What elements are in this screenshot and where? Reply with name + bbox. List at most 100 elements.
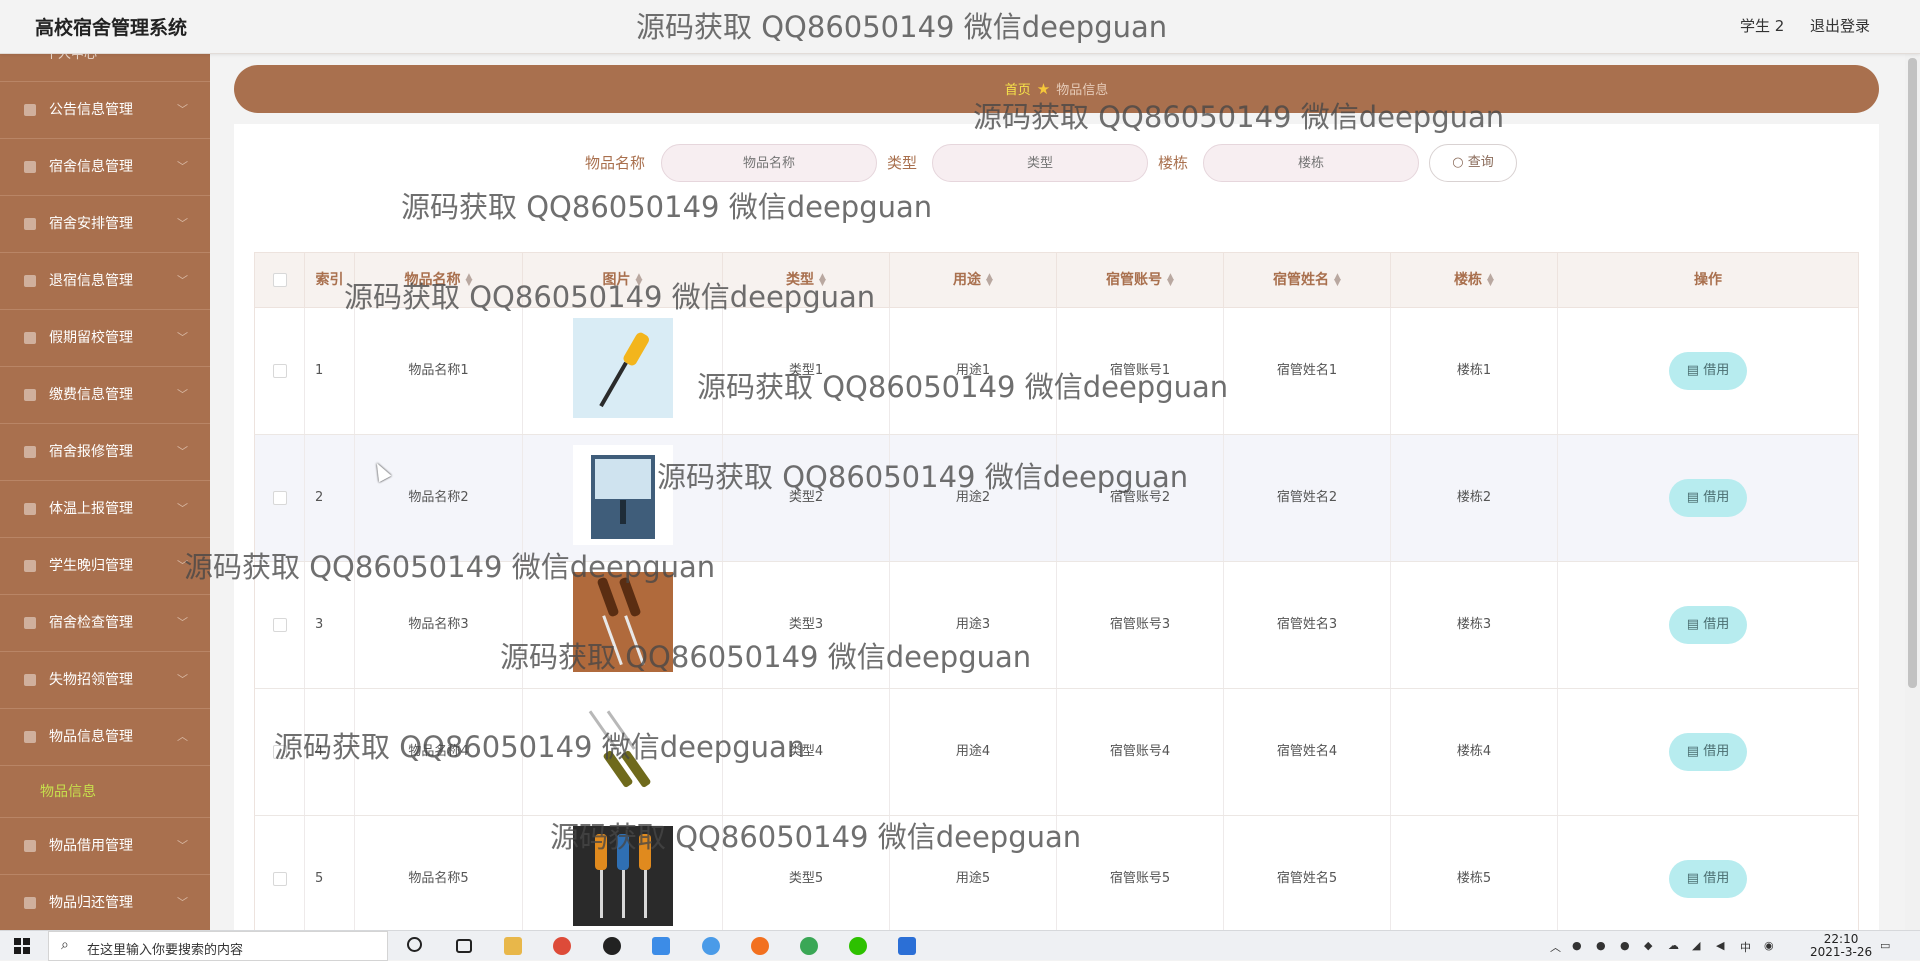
type-cell: 类型5 <box>723 816 890 930</box>
current-user[interactable]: 学生 2 <box>1740 15 1784 36</box>
task-view-icon[interactable] <box>456 939 472 953</box>
tray-cloud-icon[interactable]: ☁ <box>1668 939 1679 952</box>
sidebar-item-goods[interactable]: 物品信息管理 ︿ <box>0 709 210 766</box>
breadcrumb-home[interactable]: 首页 <box>1005 83 1031 98</box>
row-checkbox[interactable] <box>272 871 287 886</box>
system-clock[interactable]: 22:10 2021-3-26 <box>1810 933 1872 959</box>
taskbar-search-box[interactable]: ⌕ 在这里输入你要搜索的内容 <box>48 931 388 961</box>
tray-qq-icon[interactable]: ● <box>1572 939 1582 952</box>
sidebar-item-checkout[interactable]: 退宿信息管理 ﹀ <box>0 253 210 310</box>
borrow-button[interactable]: ▤ 借用 <box>1669 478 1747 517</box>
borrow-button[interactable]: ▤ 借用 <box>1669 859 1747 898</box>
search-icon: ○ <box>1452 155 1464 170</box>
volume-icon[interactable]: ◀ <box>1716 939 1724 952</box>
building-label: 楼栋 <box>1158 154 1189 172</box>
goods-image[interactable] <box>573 826 673 926</box>
wps-icon[interactable] <box>898 937 916 955</box>
cloud-app-icon[interactable] <box>652 937 670 955</box>
sort-icon[interactable]: ▲ ▼ <box>1487 273 1494 288</box>
header-account[interactable]: 宿管账号 ▲ ▼ <box>1057 253 1224 307</box>
page-scrollbar[interactable] <box>1905 54 1920 930</box>
notification-icon[interactable]: ▭ <box>1880 939 1890 952</box>
tray-qq-icon[interactable]: ● <box>1620 939 1630 952</box>
late-return-icon <box>24 560 36 572</box>
scrollbar-thumb[interactable] <box>1908 58 1917 688</box>
goods-name-input[interactable] <box>661 144 877 182</box>
goods-table: 索引 物品名称 ▲ ▼ 图片 ▲ ▼ 类型 ▲ ▼ 用途 ▲ ▼ 宿管账号 ▲ ▼ 宿管姓名 ▲ ▼ 楼… <box>254 252 1859 930</box>
tray-app-icon[interactable]: ◉ <box>1764 939 1774 952</box>
sort-icon[interactable]: ▲ ▼ <box>986 273 993 288</box>
sidebar-item-payment[interactable]: 缴费信息管理 ﹀ <box>0 367 210 424</box>
borrow-button[interactable]: ▤ 借用 <box>1669 605 1747 644</box>
image-cell <box>523 435 723 561</box>
sidebar-item-borrow[interactable]: 物品借用管理 ﹀ <box>0 818 210 875</box>
sidebar-item-late-return[interactable]: 学生晚归管理 ﹀ <box>0 538 210 595</box>
header-type[interactable]: 类型 ▲ ▼ <box>723 253 890 307</box>
search-button[interactable]: ○ 查询 <box>1429 144 1517 182</box>
select-all-checkbox[interactable] <box>272 273 287 287</box>
qq-icon[interactable] <box>603 937 621 955</box>
account-cell: 宿管账号2 <box>1057 435 1224 561</box>
goods-image[interactable] <box>573 572 673 672</box>
sidebar-item-personal-center[interactable]: 个人中心 <box>0 54 210 82</box>
goods-icon <box>24 731 36 743</box>
borrow-button[interactable]: ▤ 借用 <box>1669 351 1747 390</box>
sort-icon[interactable]: ▲ ▼ <box>1334 273 1341 288</box>
select-all-cell <box>255 253 305 307</box>
row-checkbox[interactable] <box>272 363 287 378</box>
borrow-button[interactable]: ▤ 借用 <box>1669 732 1747 771</box>
sort-icon[interactable]: ▲ ▼ <box>819 273 826 288</box>
building-input[interactable] <box>1203 144 1419 182</box>
row-checkbox[interactable] <box>272 617 287 632</box>
flag-icon <box>24 503 36 515</box>
windows-start-icon[interactable] <box>14 938 30 954</box>
use-cell: 用途2 <box>890 435 1057 561</box>
goods-image[interactable] <box>573 699 673 799</box>
sidebar-item-return[interactable]: 物品归还管理 ﹀ <box>0 875 210 930</box>
sidebar-item-dorm-arrange[interactable]: 宿舍安排管理 ﹀ <box>0 196 210 253</box>
sidebar-item-repair[interactable]: 宿舍报修管理 ﹀ <box>0 424 210 481</box>
sort-icon[interactable]: ▲ ▼ <box>636 273 643 288</box>
tray-app-icon[interactable]: ◆ <box>1644 939 1652 952</box>
sidebar-item-notice[interactable]: 公告信息管理 ﹀ <box>0 82 210 139</box>
firefox-icon[interactable] <box>751 937 769 955</box>
network-icon[interactable]: ◢ <box>1692 939 1700 952</box>
header-building[interactable]: 楼栋 ▲ ▼ <box>1391 253 1558 307</box>
chevron-down-icon: ﹀ <box>177 616 188 629</box>
header-name[interactable]: 物品名称 ▲ ▼ <box>355 253 523 307</box>
goods-image[interactable] <box>573 445 673 545</box>
user-icon <box>24 617 36 629</box>
file-explorer-icon[interactable] <box>504 937 522 955</box>
goods-image[interactable] <box>573 318 673 418</box>
input-method-icon[interactable]: 中 <box>1740 939 1751 955</box>
row-checkbox[interactable] <box>272 490 287 505</box>
cortana-icon[interactable] <box>407 937 422 952</box>
header-use[interactable]: 用途 ▲ ▼ <box>890 253 1057 307</box>
type-input[interactable] <box>932 144 1148 182</box>
chrome-icon[interactable] <box>553 937 571 955</box>
sidebar-item-temperature[interactable]: 体温上报管理 ﹀ <box>0 481 210 538</box>
wechat-icon[interactable] <box>849 937 867 955</box>
header-image[interactable]: 图片 ▲ ▼ <box>523 253 723 307</box>
sidebar-item-inspection[interactable]: 宿舍检查管理 ﹀ <box>0 595 210 652</box>
tray-chevron-icon[interactable]: ︿ <box>1550 939 1561 955</box>
building-cell: 楼栋2 <box>1391 435 1558 561</box>
row-checkbox[interactable] <box>272 744 287 759</box>
use-cell: 用途3 <box>890 562 1057 688</box>
action-cell: ▤ 借用 <box>1558 689 1858 815</box>
sidebar-item-lost-found[interactable]: 失物招领管理 ﹀ <box>0 652 210 709</box>
header-manager[interactable]: 宿管姓名 ▲ ▼ <box>1224 253 1391 307</box>
browser-icon[interactable] <box>800 937 818 955</box>
sort-icon[interactable]: ▲ ▼ <box>466 273 473 288</box>
manager-cell: 宿管姓名2 <box>1224 435 1391 561</box>
baidu-netdisk-icon[interactable] <box>702 937 720 955</box>
logout-link[interactable]: 退出登录 <box>1810 15 1870 36</box>
name-cell: 物品名称3 <box>355 562 523 688</box>
image-cell <box>523 816 723 930</box>
sort-icon[interactable]: ▲ ▼ <box>1167 273 1174 288</box>
table-row: 3 物品名称3 类型3 用途3 宿管账号3 宿管姓名3 楼栋3 ▤ 借用 <box>254 562 1859 689</box>
sidebar-subitem-goods-info[interactable]: 物品信息 <box>0 766 210 818</box>
sidebar-item-dorm-info[interactable]: 宿舍信息管理 ﹀ <box>0 139 210 196</box>
sidebar-item-holiday-stay[interactable]: 假期留校管理 ﹀ <box>0 310 210 367</box>
tray-qq-icon[interactable]: ● <box>1596 939 1606 952</box>
